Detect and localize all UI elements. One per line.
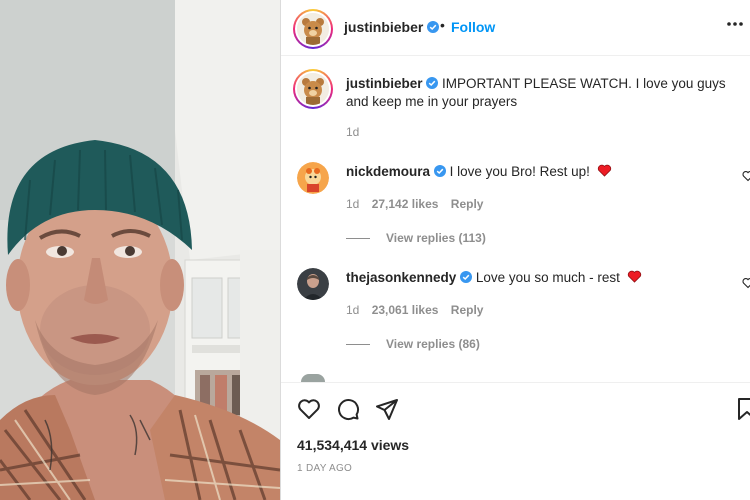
view-replies-button[interactable]: View replies (86)	[346, 337, 480, 351]
verified-badge-icon	[460, 271, 473, 283]
comment-body: thejasonkennedy Love you so much - rest	[346, 269, 746, 287]
comment-body: nickdemoura I love you Bro! Rest up!	[346, 163, 746, 181]
post-details-panel: justinbieber • Follow justinbieber IMPOR…	[281, 0, 750, 500]
replies-line	[346, 343, 370, 345]
next-commenter-avatar[interactable]	[301, 374, 325, 382]
comment-icon[interactable]	[336, 397, 360, 421]
bear-avatar-icon	[297, 13, 329, 45]
view-replies-label[interactable]: View replies (113)	[386, 231, 486, 245]
post-video[interactable]	[0, 0, 280, 500]
replies-line	[346, 237, 370, 239]
follow-button[interactable]: Follow	[451, 19, 495, 35]
comment-likes[interactable]: 23,061 likes	[372, 303, 439, 317]
view-replies-label[interactable]: View replies (86)	[386, 337, 480, 351]
view-count[interactable]: 41,534,414 views	[297, 437, 409, 453]
bear-avatar-icon	[297, 73, 329, 105]
more-options-icon[interactable]	[726, 21, 744, 27]
post-header: justinbieber • Follow	[281, 0, 750, 56]
commenter-avatar[interactable]	[297, 162, 329, 194]
post-timestamp[interactable]: 1 DAY AGO	[297, 463, 352, 474]
comment-username[interactable]: thejasonkennedy	[346, 270, 456, 285]
comment-meta: 1d 27,142 likes Reply	[346, 197, 483, 211]
video-frame	[0, 0, 280, 500]
red-heart-emoji-icon	[627, 270, 641, 283]
comment-text: Love you so much - rest	[475, 270, 620, 285]
comment-age[interactable]: 1d	[346, 303, 359, 317]
verified-badge-icon	[427, 21, 440, 33]
comment-age[interactable]: 1d	[346, 197, 359, 211]
comment-like-icon[interactable]	[742, 170, 750, 182]
heart-icon[interactable]	[297, 397, 321, 421]
bookmark-icon[interactable]	[735, 397, 750, 421]
comment-text: I love you Bro! Rest up!	[449, 164, 590, 179]
red-heart-emoji-icon	[597, 164, 611, 177]
caption-author-avatar[interactable]	[293, 69, 333, 109]
comment-meta: 1d 23,061 likes Reply	[346, 303, 483, 317]
reply-button[interactable]: Reply	[451, 303, 484, 317]
commenter-avatar[interactable]	[297, 268, 329, 300]
view-replies-button[interactable]: View replies (113)	[346, 231, 486, 245]
post-actions-area: 41,534,414 views 1 DAY AGO	[281, 382, 750, 500]
share-icon[interactable]	[375, 397, 399, 421]
header-username-group[interactable]: justinbieber	[344, 19, 440, 35]
comment-like-icon[interactable]	[742, 277, 750, 289]
comment-username[interactable]: nickdemoura	[346, 164, 430, 179]
caption-age[interactable]: 1d	[346, 125, 359, 139]
header-separator: •	[440, 17, 445, 33]
reply-button[interactable]: Reply	[451, 197, 484, 211]
comment-likes[interactable]: 27,142 likes	[372, 197, 439, 211]
author-avatar[interactable]	[293, 9, 333, 49]
verified-badge-icon	[433, 165, 446, 177]
header-username[interactable]: justinbieber	[344, 19, 423, 35]
verified-badge-icon	[426, 77, 439, 89]
post-caption: justinbieber IMPORTANT PLEASE WATCH. I l…	[346, 75, 746, 111]
caption-username[interactable]: justinbieber	[346, 76, 423, 91]
